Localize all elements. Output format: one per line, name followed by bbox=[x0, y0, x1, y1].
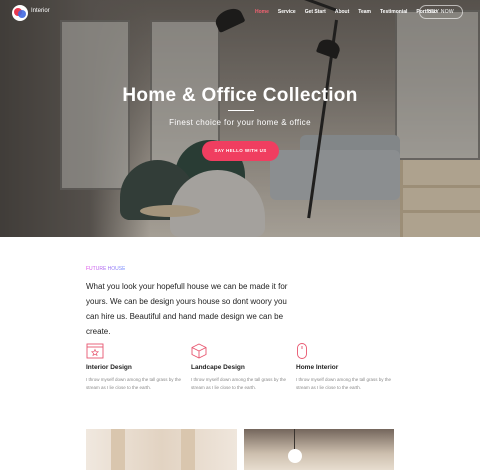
feature-title: Landcape Design bbox=[191, 364, 245, 371]
about-lead-text: What you look your hopefull house we can… bbox=[86, 282, 288, 336]
hero-title: Home & Office Collection bbox=[122, 85, 358, 106]
say-hello-button[interactable]: SAY HELLO WITH US bbox=[202, 141, 279, 161]
feature-title: Interior Design bbox=[86, 364, 132, 371]
window-frame-icon bbox=[86, 343, 104, 359]
top-nav: Interior Home Service Get Start About Te… bbox=[0, 0, 480, 26]
logo-dot-blue bbox=[18, 10, 26, 18]
feature-text: I throw myself down among the tall grass… bbox=[86, 377, 182, 390]
nav-links: Home Service Get Start About Team Testim… bbox=[255, 9, 437, 15]
feature-title: Home Interior bbox=[296, 364, 339, 371]
nav-item-service[interactable]: Service bbox=[278, 9, 296, 15]
feature-text: I throw myself down among the tall grass… bbox=[296, 377, 392, 390]
pendant-light bbox=[288, 449, 302, 463]
buy-now-button[interactable]: BUY NOW bbox=[419, 5, 463, 19]
brand-name[interactable]: Interior bbox=[31, 8, 50, 14]
hero-subtitle: Finest choice for your home & office bbox=[169, 118, 311, 127]
curtain bbox=[111, 429, 125, 470]
feature-text: I throw myself down among the tall grass… bbox=[191, 377, 287, 390]
portfolio-image[interactable] bbox=[86, 429, 237, 470]
nav-item-about[interactable]: About bbox=[335, 9, 349, 15]
nav-item-team[interactable]: Team bbox=[358, 9, 371, 15]
section-eyebrow: FUTURE HOUSE bbox=[86, 266, 126, 272]
nav-item-home[interactable]: Home bbox=[255, 9, 269, 15]
hero-divider bbox=[228, 110, 254, 111]
logo-icon[interactable] bbox=[12, 5, 28, 21]
portfolio-image[interactable] bbox=[244, 429, 394, 470]
cube-icon bbox=[191, 343, 207, 359]
mouse-icon bbox=[297, 343, 307, 359]
curtain bbox=[181, 429, 195, 470]
hero-section: Interior Home Service Get Start About Te… bbox=[0, 0, 480, 237]
pendant-cord bbox=[294, 429, 295, 449]
nav-item-get-start[interactable]: Get Start bbox=[305, 9, 326, 15]
nav-item-testimonial[interactable]: Testimonial bbox=[380, 9, 407, 15]
